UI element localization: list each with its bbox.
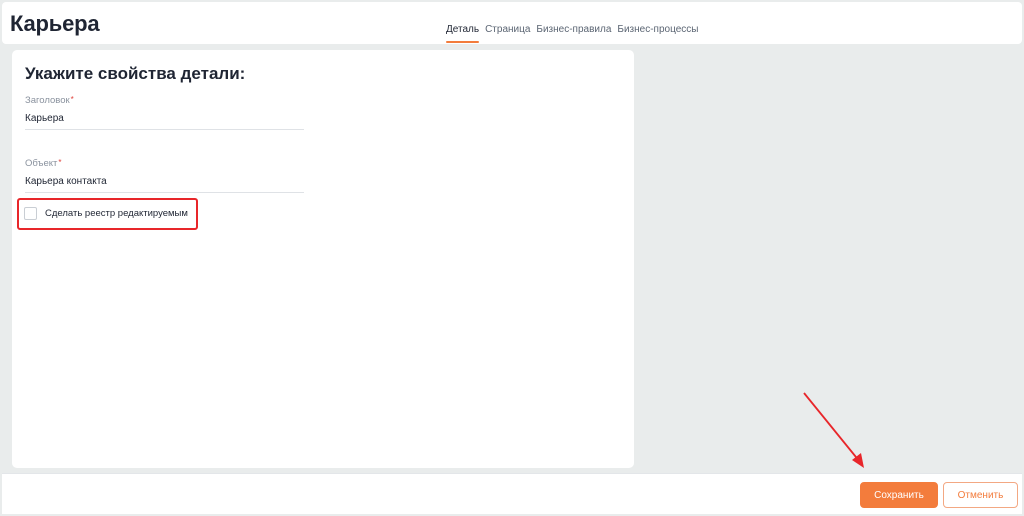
object-field-label: Объект*: [25, 158, 62, 169]
save-button[interactable]: Сохранить: [860, 482, 938, 508]
tab-business-rules[interactable]: Бизнес-правила: [536, 24, 611, 44]
tab-business-processes[interactable]: Бизнес-процессы: [617, 24, 698, 44]
tab-page[interactable]: Страница: [485, 24, 530, 44]
tab-detail[interactable]: Деталь: [446, 24, 480, 44]
object-input[interactable]: Карьера контакта: [25, 172, 304, 193]
caption-input[interactable]: Карьера: [25, 109, 304, 130]
footer-bar: Сохранить Отменить: [2, 473, 1022, 514]
detail-properties-panel: Укажите свойства детали: Заголовок* Карь…: [12, 50, 634, 468]
caption-field[interactable]: Заголовок* Карьера: [25, 95, 304, 130]
panel-title: Укажите свойства детали:: [25, 64, 246, 83]
annotation-highlight-box: [17, 198, 198, 230]
page-title: Карьера: [10, 11, 100, 36]
annotation-arrow-icon: [803, 392, 864, 468]
caption-field-label: Заголовок*: [25, 95, 74, 106]
required-marker: *: [70, 95, 74, 104]
object-field[interactable]: Объект* Карьера контакта: [25, 158, 304, 193]
required-marker: *: [58, 158, 62, 167]
tab-bar: Деталь Страница Бизнес-правила Бизнес-пр…: [446, 24, 698, 44]
cancel-button[interactable]: Отменить: [943, 482, 1018, 508]
page-header: Карьера Деталь Страница Бизнес-правила Б…: [2, 2, 1022, 44]
